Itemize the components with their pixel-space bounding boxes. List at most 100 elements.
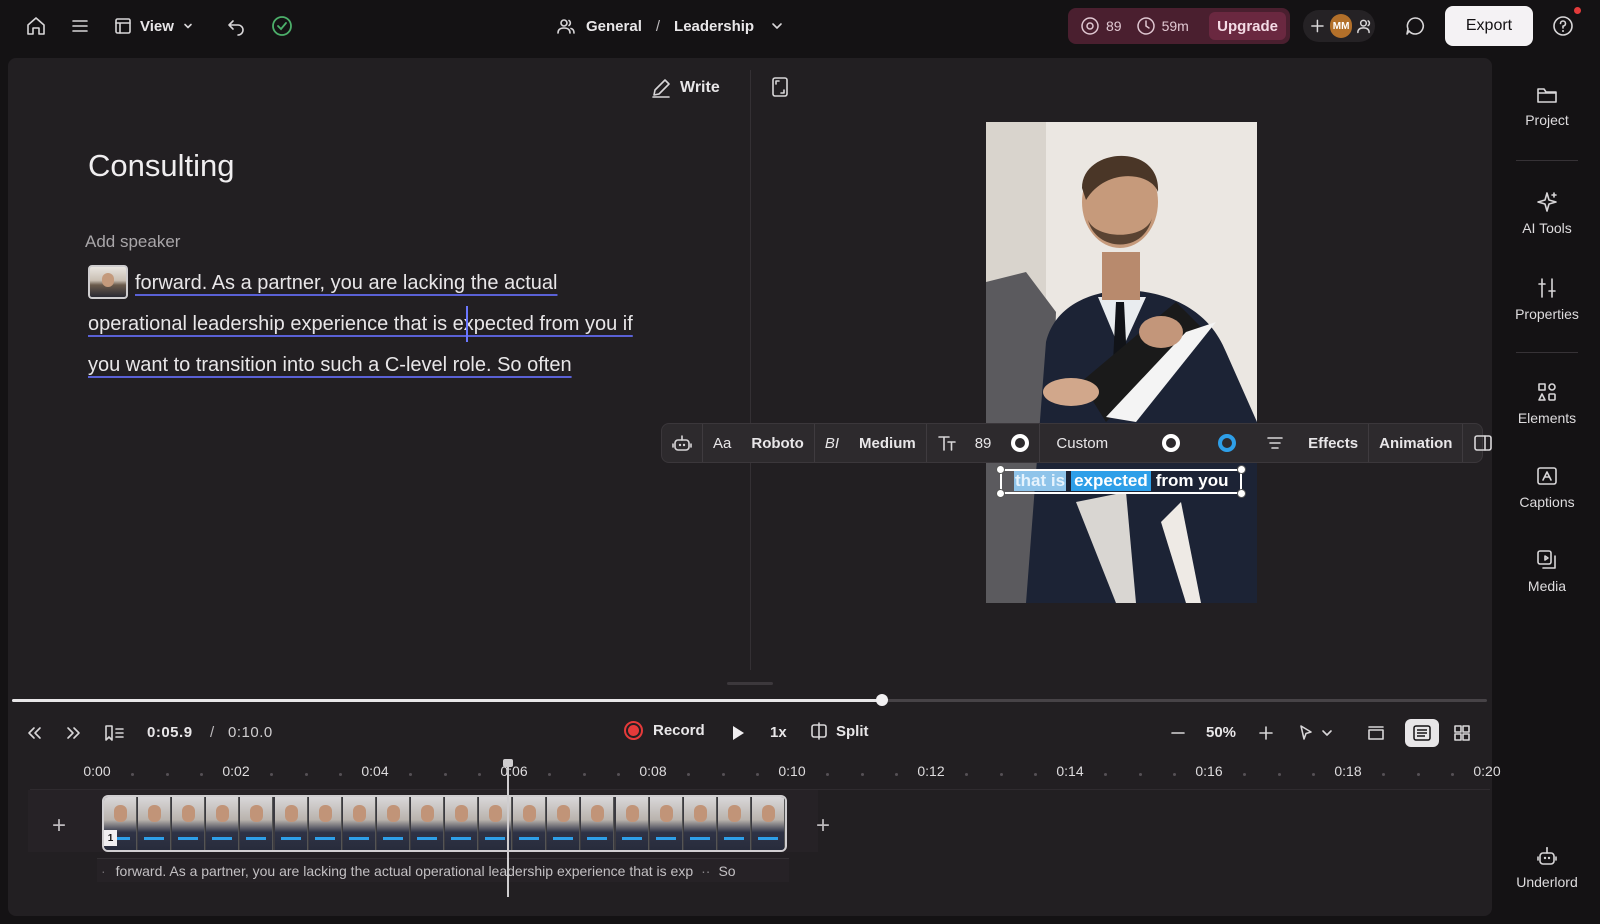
font-size-icon — [937, 436, 956, 451]
chevron-down-icon[interactable] — [770, 19, 784, 33]
outline-color-ring[interactable] — [1162, 434, 1181, 452]
undo-icon[interactable] — [222, 12, 250, 40]
write-mode-button[interactable]: Write — [650, 76, 720, 100]
sidebar-item-project[interactable]: Project — [1494, 84, 1600, 128]
aspect-ratio-icon[interactable] — [770, 76, 790, 103]
timeline-compact-icon[interactable] — [1362, 719, 1390, 747]
resize-grip[interactable] — [727, 682, 773, 685]
font-weight-select[interactable]: Medium — [849, 424, 927, 462]
text-color-swatch[interactable] — [1001, 424, 1041, 462]
record-button[interactable]: Record — [624, 721, 705, 740]
bold-italic-button[interactable]: BI — [815, 424, 849, 462]
color-preset-select[interactable]: Custom — [1040, 424, 1252, 462]
sidebar-item-ai-tools[interactable]: AI Tools — [1494, 190, 1600, 236]
play-icon[interactable] — [724, 719, 752, 747]
transcript-line[interactable]: forward. As a partner, you are lacking t… — [135, 272, 557, 295]
collaborators[interactable]: MM — [1303, 10, 1375, 42]
timeline-list-view-toggle[interactable] — [1405, 719, 1439, 747]
add-clip-before-button[interactable]: + — [52, 812, 66, 840]
home-icon[interactable] — [22, 12, 50, 40]
sidebar-item-captions[interactable]: Captions — [1494, 464, 1600, 510]
captions-icon — [1537, 467, 1557, 485]
grid-view-icon[interactable] — [1448, 719, 1476, 747]
sidebar-item-elements[interactable]: Elements — [1494, 380, 1600, 426]
skip-forward-icon[interactable] — [60, 719, 88, 747]
breadcrumb-project[interactable]: Leadership — [674, 18, 754, 35]
page-title[interactable]: Consulting — [88, 148, 234, 184]
export-button[interactable]: Export — [1445, 6, 1533, 46]
split-button[interactable]: Split — [810, 722, 869, 740]
ruler-tick — [895, 773, 899, 776]
avatar[interactable]: MM — [1329, 14, 1353, 38]
add-clip-after-button[interactable]: + — [816, 812, 830, 840]
caption-selected-words[interactable]: that is — [1014, 471, 1067, 491]
ai-robot-icon[interactable] — [662, 424, 703, 462]
resize-handle[interactable] — [1237, 465, 1246, 474]
ruler-tick — [1381, 773, 1385, 776]
ruler-label: 0:14 — [1056, 763, 1084, 779]
breadcrumb-separator: / — [655, 17, 661, 35]
text-case-button[interactable]: Aa — [703, 424, 741, 462]
transcript-line[interactable]: operational leadership experience that i… — [88, 313, 633, 336]
share-users-icon[interactable] — [1356, 16, 1375, 36]
transcript-line[interactable]: you want to transition into such a C-lev… — [88, 354, 572, 377]
font-family-select[interactable]: Roboto — [741, 424, 815, 462]
ruler-label: 0:20 — [1473, 763, 1501, 779]
chapters-icon[interactable] — [100, 719, 128, 747]
comments-icon[interactable] — [1401, 12, 1429, 40]
add-speaker-button[interactable]: Add speaker — [85, 232, 180, 252]
font-size-control[interactable]: 89 — [927, 424, 1002, 462]
clip-thumbnail-caption — [757, 837, 778, 840]
skip-back-icon[interactable] — [20, 719, 48, 747]
transcript-track-tail[interactable]: So — [718, 863, 735, 879]
ruler-tick — [269, 773, 273, 776]
speaker-avatar[interactable] — [88, 265, 128, 299]
resize-handle[interactable] — [996, 465, 1005, 474]
zoom-out-icon[interactable] — [1164, 719, 1192, 747]
playback-speed[interactable]: 1x — [770, 724, 787, 741]
transcript-track[interactable]: · forward. As a partner, you are lacking… — [97, 858, 789, 882]
zoom-in-icon[interactable] — [1252, 719, 1280, 747]
playhead-handle[interactable] — [503, 759, 513, 767]
ruler-tick — [999, 773, 1003, 776]
view-menu-button[interactable]: View — [114, 12, 194, 40]
resize-handle[interactable] — [996, 489, 1005, 498]
ruler-label: 0:02 — [222, 763, 250, 779]
animation-button[interactable]: Animation — [1369, 424, 1464, 462]
clip-thumbnail — [206, 797, 240, 850]
plus-icon[interactable] — [1309, 17, 1326, 35]
users-icon — [557, 19, 575, 34]
timeline-ruler[interactable]: 0:00 0:02 0:04 0:06 0:08 0:10 0:12 0:14 0:16 0:18… — [0, 763, 1500, 783]
ruler-tick — [686, 773, 690, 776]
caption-highlight-word[interactable]: expected — [1071, 471, 1151, 491]
caption-tail-words[interactable]: from you — [1156, 471, 1229, 491]
highlight-color-ring[interactable] — [1218, 434, 1237, 452]
clip-thumbnail-face — [761, 805, 775, 822]
ruler-label: 0:04 — [361, 763, 389, 779]
video-preview[interactable] — [986, 122, 1257, 603]
sidebar-item-properties[interactable]: Properties — [1494, 276, 1600, 322]
transcript-track-text[interactable]: forward. As a partner, you are lacking t… — [116, 863, 693, 879]
clip-thumbnail — [615, 797, 649, 850]
clip-thumbnail-caption — [416, 837, 437, 840]
playhead[interactable] — [507, 761, 509, 897]
breadcrumb[interactable]: General / Leadership — [556, 12, 784, 40]
usage-credits[interactable]: 89 59m Upgrade — [1068, 8, 1290, 44]
breadcrumb-group[interactable]: General — [586, 18, 642, 35]
caption-text[interactable]: that is expected from you — [1014, 471, 1229, 491]
clip-thumbnail — [172, 797, 206, 850]
clip-thumbnail — [410, 797, 444, 850]
layout-icon — [115, 18, 131, 34]
align-icon[interactable] — [1252, 424, 1298, 462]
upgrade-button[interactable]: Upgrade — [1209, 12, 1286, 40]
pane-divider[interactable] — [750, 70, 751, 670]
sidebar-item-underlord[interactable]: Underlord — [1494, 844, 1600, 890]
menu-icon[interactable] — [66, 12, 94, 40]
effects-button[interactable]: Effects — [1298, 424, 1370, 462]
sidebar-item-media[interactable]: Media — [1494, 548, 1600, 594]
help-icon[interactable] — [1549, 12, 1577, 40]
resize-handle[interactable] — [1237, 489, 1246, 498]
video-clip[interactable] — [102, 795, 787, 852]
word-gap-marker: ·· — [701, 862, 711, 879]
select-tool-icon[interactable] — [1292, 719, 1342, 747]
